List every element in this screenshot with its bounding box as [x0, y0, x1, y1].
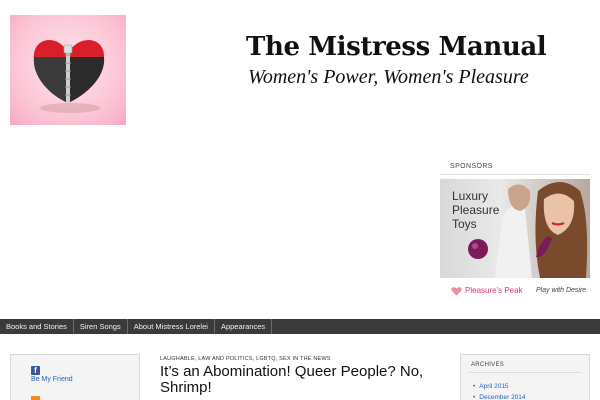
- rss-icon[interactable]: [31, 396, 40, 400]
- archive-item-april-2015[interactable]: April 2015: [473, 381, 526, 392]
- right-sidebar: ARCHIVES April 2015 December 2014: [460, 354, 590, 400]
- sponsor-ad-image: [468, 182, 588, 278]
- main-nav: Books and Stories Siren Songs About Mist…: [0, 319, 600, 334]
- archives-heading: ARCHIVES: [471, 362, 505, 368]
- facebook-link[interactable]: Be My Friend: [31, 376, 73, 383]
- nav-item-about[interactable]: About Mistress Lorelei: [128, 319, 215, 334]
- sponsor-brand[interactable]: Pleasure's Peak: [465, 286, 523, 295]
- sponsor-tagline: Play with Desire: [536, 287, 587, 294]
- site-logo[interactable]: [10, 15, 126, 125]
- zipper-heart-icon: [33, 40, 105, 113]
- nav-item-siren-songs[interactable]: Siren Songs: [74, 319, 128, 334]
- archive-list: April 2015 December 2014: [473, 381, 526, 400]
- left-sidebar: f Be My Friend: [10, 354, 140, 400]
- sponsors-heading: SPONSORS: [450, 163, 493, 170]
- archive-item-december-2014[interactable]: December 2014: [473, 392, 525, 400]
- sponsor-ad-banner[interactable]: Luxury Pleasure Toys: [440, 179, 590, 278]
- facebook-icon[interactable]: f: [31, 366, 40, 375]
- post-title[interactable]: It’s an Abomination! Queer People? No, S…: [160, 364, 445, 396]
- archives-divider: [469, 372, 581, 373]
- nav-item-books-and-stories[interactable]: Books and Stories: [0, 319, 74, 334]
- site-tagline: Women's Power, Women's Pleasure: [248, 66, 529, 88]
- post-categories[interactable]: LAUGHABLE, LAW AND POLITICS, LGBTQ, SEX …: [160, 356, 331, 362]
- heart-icon: [451, 287, 462, 296]
- nav-item-appearances[interactable]: Appearances: [215, 319, 273, 334]
- site-title[interactable]: The Mistress Manual: [246, 32, 547, 62]
- sponsors-divider: [440, 174, 590, 175]
